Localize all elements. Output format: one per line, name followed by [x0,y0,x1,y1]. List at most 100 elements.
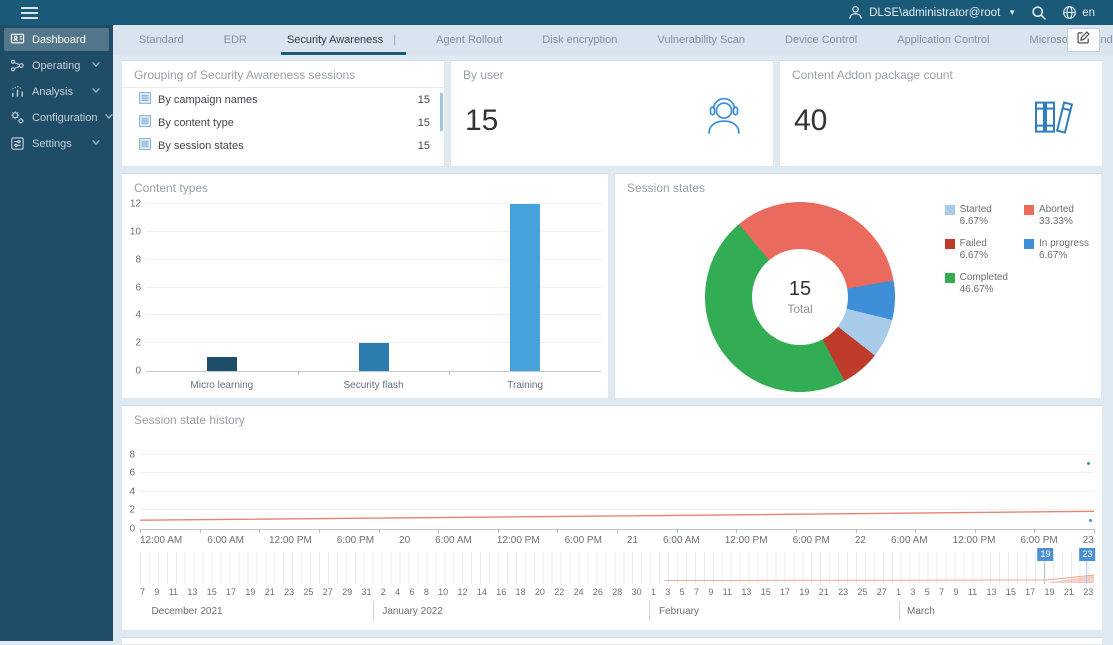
range-navigator[interactable]: 1923 [140,552,1094,584]
y-axis-tick-label: 8 [129,449,135,460]
y-axis-tick-label: 12 [130,199,141,210]
legend-item-started[interactable]: Started6.67% [945,204,1008,228]
grouping-row-by-session-states[interactable]: By session states15 [122,134,444,157]
tab-label: Security Awareness [287,34,383,46]
legend-text: Completed46.67% [960,272,1008,296]
navigator-day-label: 21 [819,587,829,597]
bar-security-flash[interactable] [359,343,389,371]
tab-standard[interactable]: Standard [119,25,204,55]
legend-item-completed[interactable]: Completed46.67% [945,272,1008,296]
month-label-march: March [907,606,935,617]
books-icon [1030,93,1076,144]
scrollbar[interactable] [440,93,443,131]
dashboard-main: Grouping of Security Awareness sessions … [113,55,1113,645]
month-separator [899,601,900,621]
bar-micro-learning[interactable] [207,357,237,371]
tab-application-control[interactable]: Application Control [877,25,1009,55]
tab-edr[interactable]: EDR [204,25,267,55]
navigator-day-label: 27 [323,587,333,597]
navigator-day-label: 20 [535,587,545,597]
tabs: StandardEDRSecurity Awareness|Agent Roll… [119,25,1113,55]
tab-vulnerability-scan[interactable]: Vulnerability Scan [637,25,765,55]
donut-chart[interactable]: 15 Total [705,202,895,392]
navigator-day-label: 23 [284,587,294,597]
sidebar: Dashboard Operating Analysis Configuration S… [0,25,113,641]
navigator-day-label: 17 [1025,587,1035,597]
edit-dashboard-button[interactable] [1067,28,1100,52]
navigator-handle-23[interactable]: 23 [1079,548,1095,561]
language-selector[interactable]: en [1062,5,1095,20]
navigator-day-label: 21 [265,587,275,597]
sidebar-item-operating[interactable]: Operating [4,54,109,77]
navigator-day-label: 15 [761,587,771,597]
navigator-day-label: 27 [877,587,887,597]
navigator-day-label: 19 [799,587,809,597]
hamburger-menu-icon[interactable] [21,4,38,22]
list-icon [139,115,151,130]
navigator-day-label: 11 [723,587,732,597]
user-headset-icon [701,93,747,144]
legend-item-in-progress[interactable]: In progress6.67% [1024,238,1089,262]
dashboard-icon [10,32,25,47]
search-icon[interactable] [1031,5,1047,21]
x-axis-tick [1094,529,1095,533]
navigator-day-label: 19 [1045,587,1055,597]
navigator-day-label: 29 [342,587,352,597]
list-icon [139,92,151,107]
navigator-day-label: 1 [651,587,656,597]
navigator-day-label: 25 [857,587,867,597]
y-axis-tick-label: 2 [129,505,135,516]
grouping-row-label: By campaign names [158,94,258,106]
y-axis-tick-label: 6 [129,468,135,479]
month-label-december-2021: December 2021 [151,606,222,617]
sidebar-item-settings[interactable]: Settings [4,132,109,155]
legend-swatch [1024,205,1034,215]
tab-device-control[interactable]: Device Control [765,25,877,55]
analysis-icon [10,84,25,99]
chevron-down-icon [91,59,103,72]
legend-text: Aborted33.33% [1039,204,1074,228]
navigator-day-labels: 7911131517192123252729312468101214161820… [140,587,1094,597]
donut-legend: Started6.67% Aborted33.33% Failed6.67% In p… [945,204,1089,296]
x-axis-tick [915,529,916,533]
x-axis-tick-label: 6:00 AM [663,535,700,546]
legend-text: Failed6.67% [960,238,988,262]
navigator-handle-19[interactable]: 19 [1037,548,1053,561]
x-axis-tick-label: 12:00 PM [269,535,312,546]
month-label-february: February [659,606,699,617]
x-axis-tick [856,529,857,533]
navigator-day-label: 6 [409,587,414,597]
card-title: Grouping of Security Awareness sessions [122,61,444,87]
navigator-month-labels: December 2021January 2022FebruaryMarch [140,601,1094,625]
grouping-row-by-campaign-names[interactable]: By campaign names15 [122,88,444,111]
sidebar-item-configuration[interactable]: Configuration [4,106,109,129]
legend-item-aborted[interactable]: Aborted33.33% [1024,204,1089,228]
y-axis-tick-label: 6 [135,282,141,293]
sidebar-item-dashboard[interactable]: Dashboard [4,28,109,51]
sidebar-item-analysis[interactable]: Analysis [4,80,109,103]
x-axis-tick [677,529,678,533]
legend-item-failed[interactable]: Failed6.67% [945,238,1008,262]
navigator-day-label: 9 [953,587,958,597]
x-axis-tick [449,371,450,375]
navigator-day-label: 25 [303,587,313,597]
y-axis-tick-label: 8 [135,254,141,265]
navigator-day-label: 7 [694,587,699,597]
tab-security-awareness[interactable]: Security Awareness| [267,25,416,55]
donut-total-label: Total [787,302,812,316]
user-menu[interactable]: DLSE\administrator@root ▼ [848,5,1016,20]
tab-disk-encryption[interactable]: Disk encryption [522,25,637,55]
x-axis-tick [259,529,260,533]
grouping-row-by-content-type[interactable]: By content type15 [122,111,444,134]
y-axis-tick-label: 4 [129,486,135,497]
x-axis-tick-label: 12:00 AM [140,535,182,546]
bar-category-label: Training [449,380,601,391]
x-axis-tick-label: 6:00 PM [1020,535,1057,546]
x-axis-tick-label: 20 [399,535,410,546]
tab-agent-rollout[interactable]: Agent Rollout [416,25,522,55]
bar-training[interactable] [510,204,540,371]
history-line-chart: 02468 [140,450,1094,530]
y-axis-tick-label: 4 [135,310,141,321]
legend-swatch [1024,239,1034,249]
navigator-day-label: 8 [424,587,429,597]
